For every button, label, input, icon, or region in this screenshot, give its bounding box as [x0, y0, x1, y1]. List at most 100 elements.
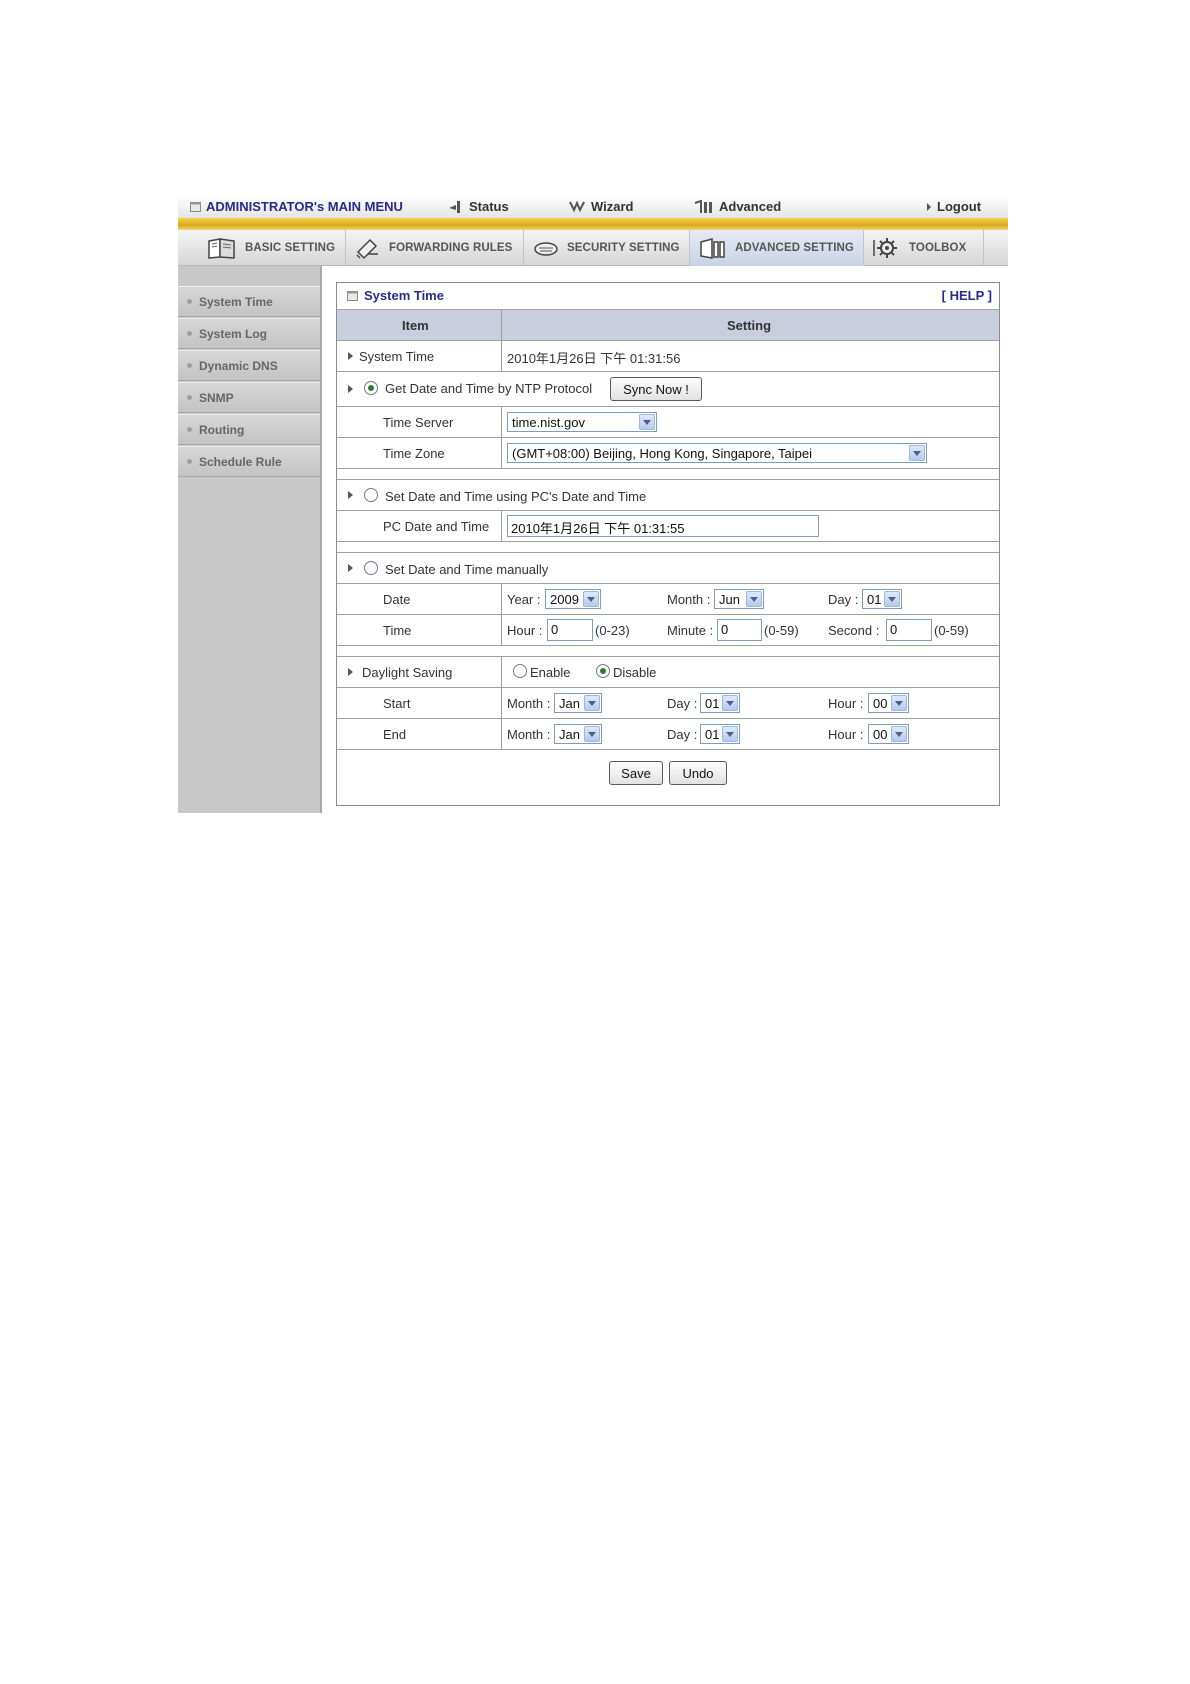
sidebar-item-label: Dynamic DNS	[199, 358, 278, 373]
panel-title-text: System Time	[364, 288, 444, 303]
system-time-row: System Time 2010年1月26日 下午 01:31:56	[337, 340, 999, 371]
start-day-select[interactable]: 01	[700, 693, 740, 713]
time-zone-row: Time Zone (GMT+08:00) Beijing, Hong Kong…	[337, 437, 999, 468]
time-server-row: Time Server time.nist.gov	[337, 406, 999, 437]
sidebar-item-label: Schedule Rule	[199, 454, 282, 469]
bullet-icon	[187, 299, 192, 304]
ntp-radio[interactable]	[364, 381, 378, 395]
pc-date-time-item-cell: PC Date and Time	[337, 511, 502, 541]
sidebar-item-system-time[interactable]: System Time	[178, 286, 320, 317]
date-label: Date	[383, 592, 411, 607]
advanced-icon	[694, 199, 712, 213]
ntp-row: Get Date and Time by NTP Protocol Sync N…	[337, 371, 999, 406]
tab-security-setting[interactable]: SECURITY SETTING	[524, 230, 690, 266]
advanced-link[interactable]: Advanced	[694, 199, 781, 214]
spacer-row	[337, 541, 999, 552]
second-input[interactable]: 0	[886, 619, 932, 641]
daylight-end-setting-cell: Month : Jan Day : 01 Hour : 00	[502, 719, 999, 749]
minute-input[interactable]: 0	[717, 619, 762, 641]
gear-icon	[873, 238, 897, 258]
save-button[interactable]: Save	[609, 761, 663, 785]
daylight-end-label: End	[383, 727, 407, 742]
wizard-icon	[569, 199, 585, 212]
daylight-end-item-cell: End	[337, 719, 502, 749]
sidebar-item-schedule-rule[interactable]: Schedule Rule	[178, 446, 320, 477]
hour-range: (0-23)	[595, 623, 630, 638]
logout-link[interactable]: Logout	[926, 199, 981, 214]
second-range: (0-59)	[934, 623, 969, 638]
tab-basic-setting[interactable]: BASIC SETTING	[198, 230, 346, 266]
time-setting-cell: Hour : 0 (0-23) Minute : 0 (0-59) Second…	[502, 615, 999, 645]
time-label: Time	[383, 623, 412, 638]
chevron-down-icon	[722, 695, 738, 711]
chevron-down-icon	[584, 726, 600, 742]
time-server-item-cell: Time Server	[337, 407, 502, 437]
tab-forwarding-rules[interactable]: FORWARDING RULES	[346, 230, 524, 266]
chevron-down-icon	[722, 726, 738, 742]
time-server-select[interactable]: time.nist.gov	[507, 412, 657, 432]
time-row: Time Hour : 0 (0-23) Minute : 0 (0-59) S…	[337, 614, 999, 645]
date-row: Date Year : 2009 Month : Jun Day : 01	[337, 583, 999, 614]
tab-forwarding-rules-label: FORWARDING RULES	[389, 242, 513, 254]
manual-time-row: Set Date and Time manually	[337, 552, 999, 583]
start-day-label: Day :	[667, 696, 698, 711]
tab-toolbox[interactable]: TOOLBOX	[864, 230, 984, 266]
minute-range: (0-59)	[764, 623, 799, 638]
status-link[interactable]: Status	[448, 199, 509, 214]
time-zone-select[interactable]: (GMT+08:00) Beijing, Hong Kong, Singapor…	[507, 443, 927, 463]
chevron-down-icon	[746, 591, 762, 607]
pc-date-time-label: PC Date and Time	[383, 519, 490, 534]
daylight-saving-row: Daylight Saving Enable Disable	[337, 656, 999, 687]
start-month-select[interactable]: Jan	[554, 693, 602, 713]
sidebar-item-dynamic-dns[interactable]: Dynamic DNS	[178, 350, 320, 381]
hour-label: Hour :	[507, 623, 543, 638]
column-header-item-label: Item	[402, 318, 429, 333]
tab-bar: BASIC SETTING FORWARDING RULES SECURITY …	[178, 230, 1008, 266]
bullet-icon	[187, 331, 192, 336]
arrow-right-icon	[927, 202, 931, 211]
bullet-icon	[187, 395, 192, 400]
arrow-right-icon	[348, 352, 353, 360]
help-link[interactable]: [ HELP ]	[942, 288, 992, 303]
gold-divider	[178, 218, 1008, 230]
month-select[interactable]: Jun	[714, 589, 764, 609]
undo-button[interactable]: Undo	[669, 761, 727, 785]
end-day-select[interactable]: 01	[700, 724, 740, 744]
end-month-value: Jan	[559, 727, 580, 742]
time-zone-value: (GMT+08:00) Beijing, Hong Kong, Singapor…	[512, 446, 813, 461]
manual-time-radio[interactable]	[364, 561, 378, 575]
sidebar-item-routing[interactable]: Routing	[178, 414, 320, 445]
column-header-setting: Setting	[502, 310, 999, 340]
system-time-panel: System Time [ HELP ] Item Setting System…	[336, 282, 1000, 806]
sidebar-item-snmp[interactable]: SNMP	[178, 382, 320, 413]
year-label: Year :	[507, 592, 541, 607]
main-menu-link[interactable]: ADMINISTRATOR's MAIN MENU	[190, 199, 403, 214]
year-select[interactable]: 2009	[545, 589, 601, 609]
bullet-icon	[187, 427, 192, 432]
daylight-start-setting-cell: Month : Jan Day : 01 Hour : 00	[502, 688, 999, 718]
pc-date-time-field[interactable]: 2010年1月26日 下午 01:31:55	[507, 515, 819, 537]
book-icon	[208, 238, 235, 259]
sync-now-button[interactable]: Sync Now !	[610, 377, 702, 401]
advanced-label: Advanced	[719, 199, 782, 214]
time-item-cell: Time	[337, 615, 502, 645]
pc-time-label: Set Date and Time using PC's Date and Ti…	[385, 489, 647, 504]
sidebar-item-label: SNMP	[199, 390, 234, 405]
tab-advanced-setting[interactable]: ADVANCED SETTING	[690, 230, 864, 266]
sidebar-item-system-log[interactable]: System Log	[178, 318, 320, 349]
hour-input[interactable]: 0	[547, 619, 593, 641]
chevron-down-icon	[909, 445, 925, 461]
start-hour-select[interactable]: 00	[868, 693, 909, 713]
daylight-disable-radio[interactable]	[596, 664, 610, 678]
pc-date-time-row: PC Date and Time 2010年1月26日 下午 01:31:55	[337, 510, 999, 541]
end-month-select[interactable]: Jan	[554, 724, 602, 744]
sidebar-item-label: System Time	[199, 294, 273, 309]
day-select[interactable]: 01	[862, 589, 902, 609]
daylight-enable-radio[interactable]	[513, 664, 527, 678]
router-icon	[534, 242, 558, 256]
end-hour-label: Hour :	[828, 727, 864, 742]
wizard-link[interactable]: Wizard	[568, 199, 634, 214]
end-hour-select[interactable]: 00	[868, 724, 909, 744]
pc-time-radio[interactable]	[364, 488, 378, 502]
time-zone-label: Time Zone	[383, 446, 445, 461]
